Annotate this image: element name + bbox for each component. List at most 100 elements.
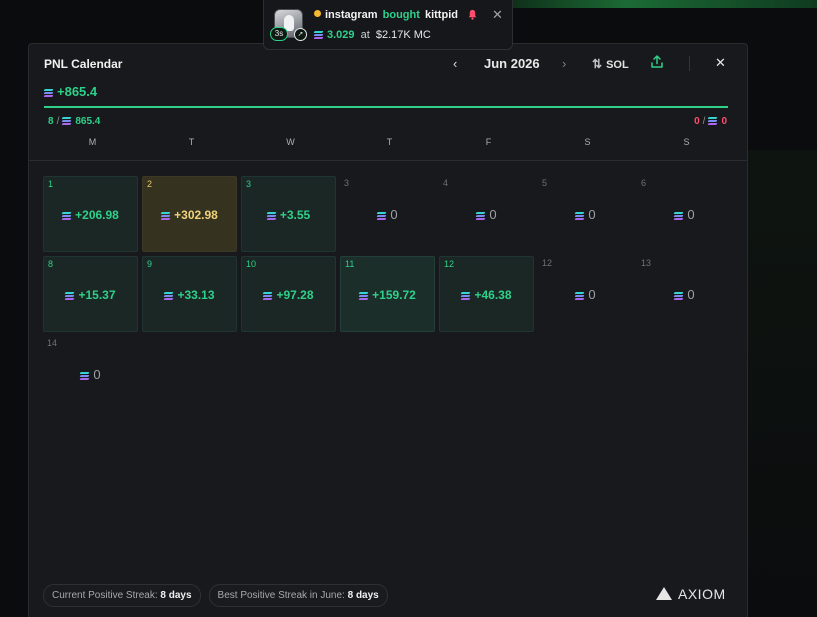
calendar-day-cell[interactable]: 8 +15.37 [43,256,138,332]
pnl-calendar-panel: PNL Calendar ‹ Jun 2026 › ⇅ SOL ✕ +865.4 … [28,43,748,617]
day-pnl: 0 [637,287,732,302]
solana-icon [263,292,273,300]
day-pnl-value: +206.98 [75,208,119,222]
solana-icon [61,212,72,220]
background-chart-strip [500,0,817,8]
current-streak-value: 8 days [160,590,192,601]
day-pnl: +3.55 [242,208,335,222]
day-number: 12 [542,258,553,268]
bell-icon[interactable] [467,9,478,20]
win-summary: 8/865.4 [48,116,101,127]
solana-icon [164,292,174,300]
calendar-day-cell[interactable]: 3 +3.55 [241,176,336,252]
calendar-day-cell[interactable]: 2 +302.98 [142,176,237,252]
win-amount: 865.4 [75,116,101,127]
calendar-day-cell[interactable]: 11 +159.72 [340,256,435,332]
day-pnl-value: 0 [588,287,596,302]
calendar-day-cell[interactable]: 13 0 [637,256,732,332]
day-pnl-value: 0 [489,207,497,222]
day-pnl: +206.98 [44,208,137,222]
weekday-header: M T W T F S S [43,137,736,147]
chevron-right-icon[interactable]: › [562,56,566,71]
calendar-day-cell[interactable]: 14 0 [43,336,138,412]
toast-headline: instagram bought kittpid [314,9,458,21]
calendar-day-cell[interactable]: 9 +33.13 [142,256,237,332]
weekday-label: T [386,137,393,147]
calendar-day-cell[interactable]: 10 +97.28 [241,256,336,332]
calendar-day-cell[interactable]: 60 [637,176,732,252]
month-label: Jun 2026 [484,56,540,71]
toast-token: kittpid [424,9,458,21]
brand-name: AXIOM [678,586,726,602]
weekday-label: W [286,137,295,147]
day-pnl-value: +97.28 [276,288,314,302]
status-dot-icon [314,10,321,17]
day-pnl-value: 0 [687,287,695,302]
chevron-left-icon[interactable]: ‹ [453,56,457,71]
trade-notification-toast[interactable]: 3s ➚ instagram bought kittpid 3.029 at $… [263,0,513,50]
solana-icon [707,117,718,125]
day-pnl: +33.13 [143,288,236,302]
solana-icon [475,212,486,220]
day-number: 3 [246,179,252,189]
day-number: 2 [147,179,153,189]
day-number: 9 [147,259,153,269]
currency-toggle-button[interactable]: ⇅ SOL [592,57,629,71]
day-pnl: +302.98 [143,208,236,222]
toast-user: instagram [325,9,378,21]
day-number: 4 [443,178,449,188]
loss-count: 0 [694,116,700,127]
calendar-day-cell[interactable]: 30 [340,176,435,252]
day-number: 8 [48,259,54,269]
day-pnl: 0 [340,207,435,222]
solana-icon [43,89,54,97]
day-pnl-value: 0 [390,207,398,222]
calendar-day-cell[interactable]: 12 0 [538,256,633,332]
calendar-day-cell[interactable]: 50 [538,176,633,252]
day-number: 1 [48,179,54,189]
day-pnl-value: +15.37 [78,288,116,302]
calendar-day-cell[interactable]: 12 +46.38 [439,256,534,332]
calendar-day-cell[interactable]: 40 [439,176,534,252]
day-number: 12 [444,259,455,269]
toast-market-cap: $2.17K MC [375,29,431,41]
day-number: 11 [345,259,355,269]
day-pnl-value: +159.72 [372,288,416,302]
win-count: 8 [48,116,54,127]
day-pnl: 0 [538,287,633,302]
day-pnl-value: +302.98 [174,208,218,222]
day-number: 6 [641,178,647,188]
day-pnl: 0 [538,207,633,222]
calendar-day-cell[interactable]: 1 +206.98 [43,176,138,252]
solana-icon [358,292,369,300]
toast-close-icon[interactable]: ✕ [492,7,503,23]
day-pnl-value: +46.38 [474,288,512,302]
toast-at: at [360,29,370,41]
day-pnl: 0 [439,207,534,222]
current-streak-label: Current Positive Streak: [52,590,158,601]
solana-icon [461,292,471,300]
day-number: 13 [641,258,652,268]
day-pnl-value: 0 [687,207,695,222]
day-number: 3 [344,178,350,188]
day-pnl-value: +3.55 [279,208,311,222]
day-pnl-value: +33.13 [177,288,215,302]
win-loss-bar [44,106,728,108]
header-divider [29,160,747,161]
toast-details: 3.029 at $2.17K MC [313,29,431,41]
day-pnl-value: 0 [588,207,596,222]
day-pnl: +46.38 [440,288,533,302]
age-badge: 3s [270,27,288,41]
share-icon[interactable] [650,55,664,69]
best-streak-badge: Best Positive Streak in June: 8 days [208,584,388,607]
close-icon[interactable]: ✕ [715,55,726,71]
day-pnl: 0 [637,207,732,222]
best-streak-value: 8 days [347,590,379,601]
currency-label: SOL [606,59,629,71]
pin-icon: ➚ [294,28,307,41]
solana-icon [266,212,277,220]
best-streak-label: Best Positive Streak in June: [217,590,345,601]
day-pnl: +15.37 [44,288,137,302]
win-loss-bar-fill [44,106,728,108]
solana-icon [160,212,171,220]
